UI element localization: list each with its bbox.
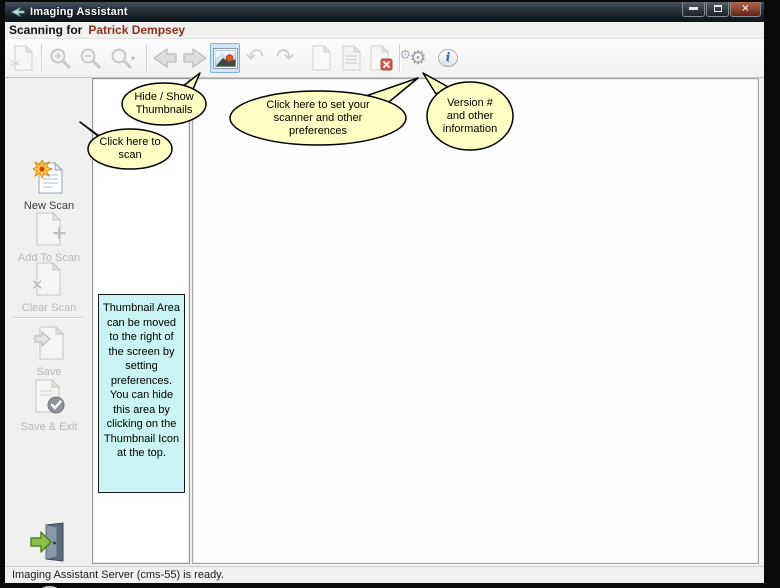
zoom-in-icon — [48, 46, 72, 70]
info-icon: i — [438, 49, 458, 67]
toolbar-separator — [41, 44, 42, 72]
delete-page-button[interactable] — [366, 43, 396, 73]
status-bar: Imaging Assistant Server (cms-55) is rea… — [5, 566, 764, 583]
zoom-in-button[interactable] — [45, 43, 75, 73]
page-icon — [340, 45, 362, 71]
patient-name: Patrick Dempsey — [88, 23, 185, 37]
save-and-exit-icon — [32, 379, 66, 415]
close-icon: × — [741, 3, 749, 14]
save-icon — [33, 326, 65, 360]
app-window: Imaging Assistant × Scanning for Patrick… — [5, 2, 764, 583]
add-to-scan-icon: + — [33, 212, 65, 246]
new-page-button[interactable] — [306, 43, 336, 73]
thumbnails-icon — [213, 48, 238, 69]
zoom-level-icon — [109, 46, 133, 70]
window-title: Imaging Assistant — [30, 6, 128, 18]
gears-icon: ⚙ ⚙ — [409, 49, 426, 68]
arrow-right-icon — [182, 46, 208, 70]
blank-page-icon — [310, 45, 332, 71]
zoom-out-icon — [78, 46, 102, 70]
minimize-icon — [689, 7, 698, 10]
maximize-icon — [714, 5, 722, 12]
callout-preferences: Click here to set your scanner and other… — [226, 74, 426, 148]
save-and-exit-label: Save & Exit — [5, 421, 93, 433]
thumbnail-note: Thumbnail Area can be moved to the right… — [98, 294, 185, 493]
clear-scan-label: Clear Scan — [5, 302, 93, 314]
zoom-dropdown-icon[interactable]: ▾ — [131, 54, 139, 63]
status-text: Imaging Assistant Server (cms-55) is rea… — [5, 569, 224, 581]
callout-click-to-scan: Click here to scan — [76, 116, 176, 172]
maximize-button[interactable] — [706, 2, 729, 17]
small-gear-icon: ⚙ — [399, 45, 411, 64]
new-scan-label: New Scan — [5, 200, 93, 212]
sidebar-separator — [13, 317, 83, 318]
undo-icon: ↶ — [246, 47, 264, 69]
cut-scan-button[interactable]: ✂ — [8, 43, 38, 73]
x-icon: ✕ — [31, 276, 44, 294]
copy-page-button[interactable] — [336, 43, 366, 73]
scanning-for-label: Scanning for — [9, 23, 82, 37]
clear-scan-button[interactable]: ✕ Clear Scan — [5, 262, 93, 314]
exit-door-icon — [29, 522, 69, 562]
save-and-exit-button[interactable]: Save & Exit — [5, 379, 93, 433]
title-bar: Imaging Assistant × — [5, 2, 764, 22]
delete-page-icon — [369, 45, 393, 71]
arrow-left-icon — [152, 46, 178, 70]
zoom-out-button[interactable] — [75, 43, 105, 73]
close-button[interactable]: × — [730, 2, 761, 17]
undo-button[interactable]: ↶ — [240, 43, 270, 73]
scissors-icon: ✂ — [10, 57, 21, 72]
callout-version-info: Version # and other information — [420, 68, 520, 154]
save-button[interactable]: Save — [5, 326, 93, 378]
scanning-for-header: Scanning for Patrick Dempsey — [5, 22, 764, 39]
minimize-button[interactable] — [682, 2, 705, 17]
save-label: Save — [5, 366, 93, 378]
app-icon — [11, 6, 25, 18]
callout-text: Version # and other information — [438, 92, 502, 140]
redo-button[interactable]: ↷ — [270, 43, 300, 73]
new-scan-icon — [33, 160, 65, 194]
redo-icon: ↷ — [276, 47, 294, 69]
callout-text: Click here to scan — [92, 130, 168, 168]
callout-text: Click here to set your scanner and other… — [248, 96, 388, 140]
clear-scan-icon: ✕ — [33, 262, 65, 296]
plus-icon: + — [51, 222, 67, 244]
add-to-scan-button[interactable]: + Add To Scan — [5, 212, 93, 264]
